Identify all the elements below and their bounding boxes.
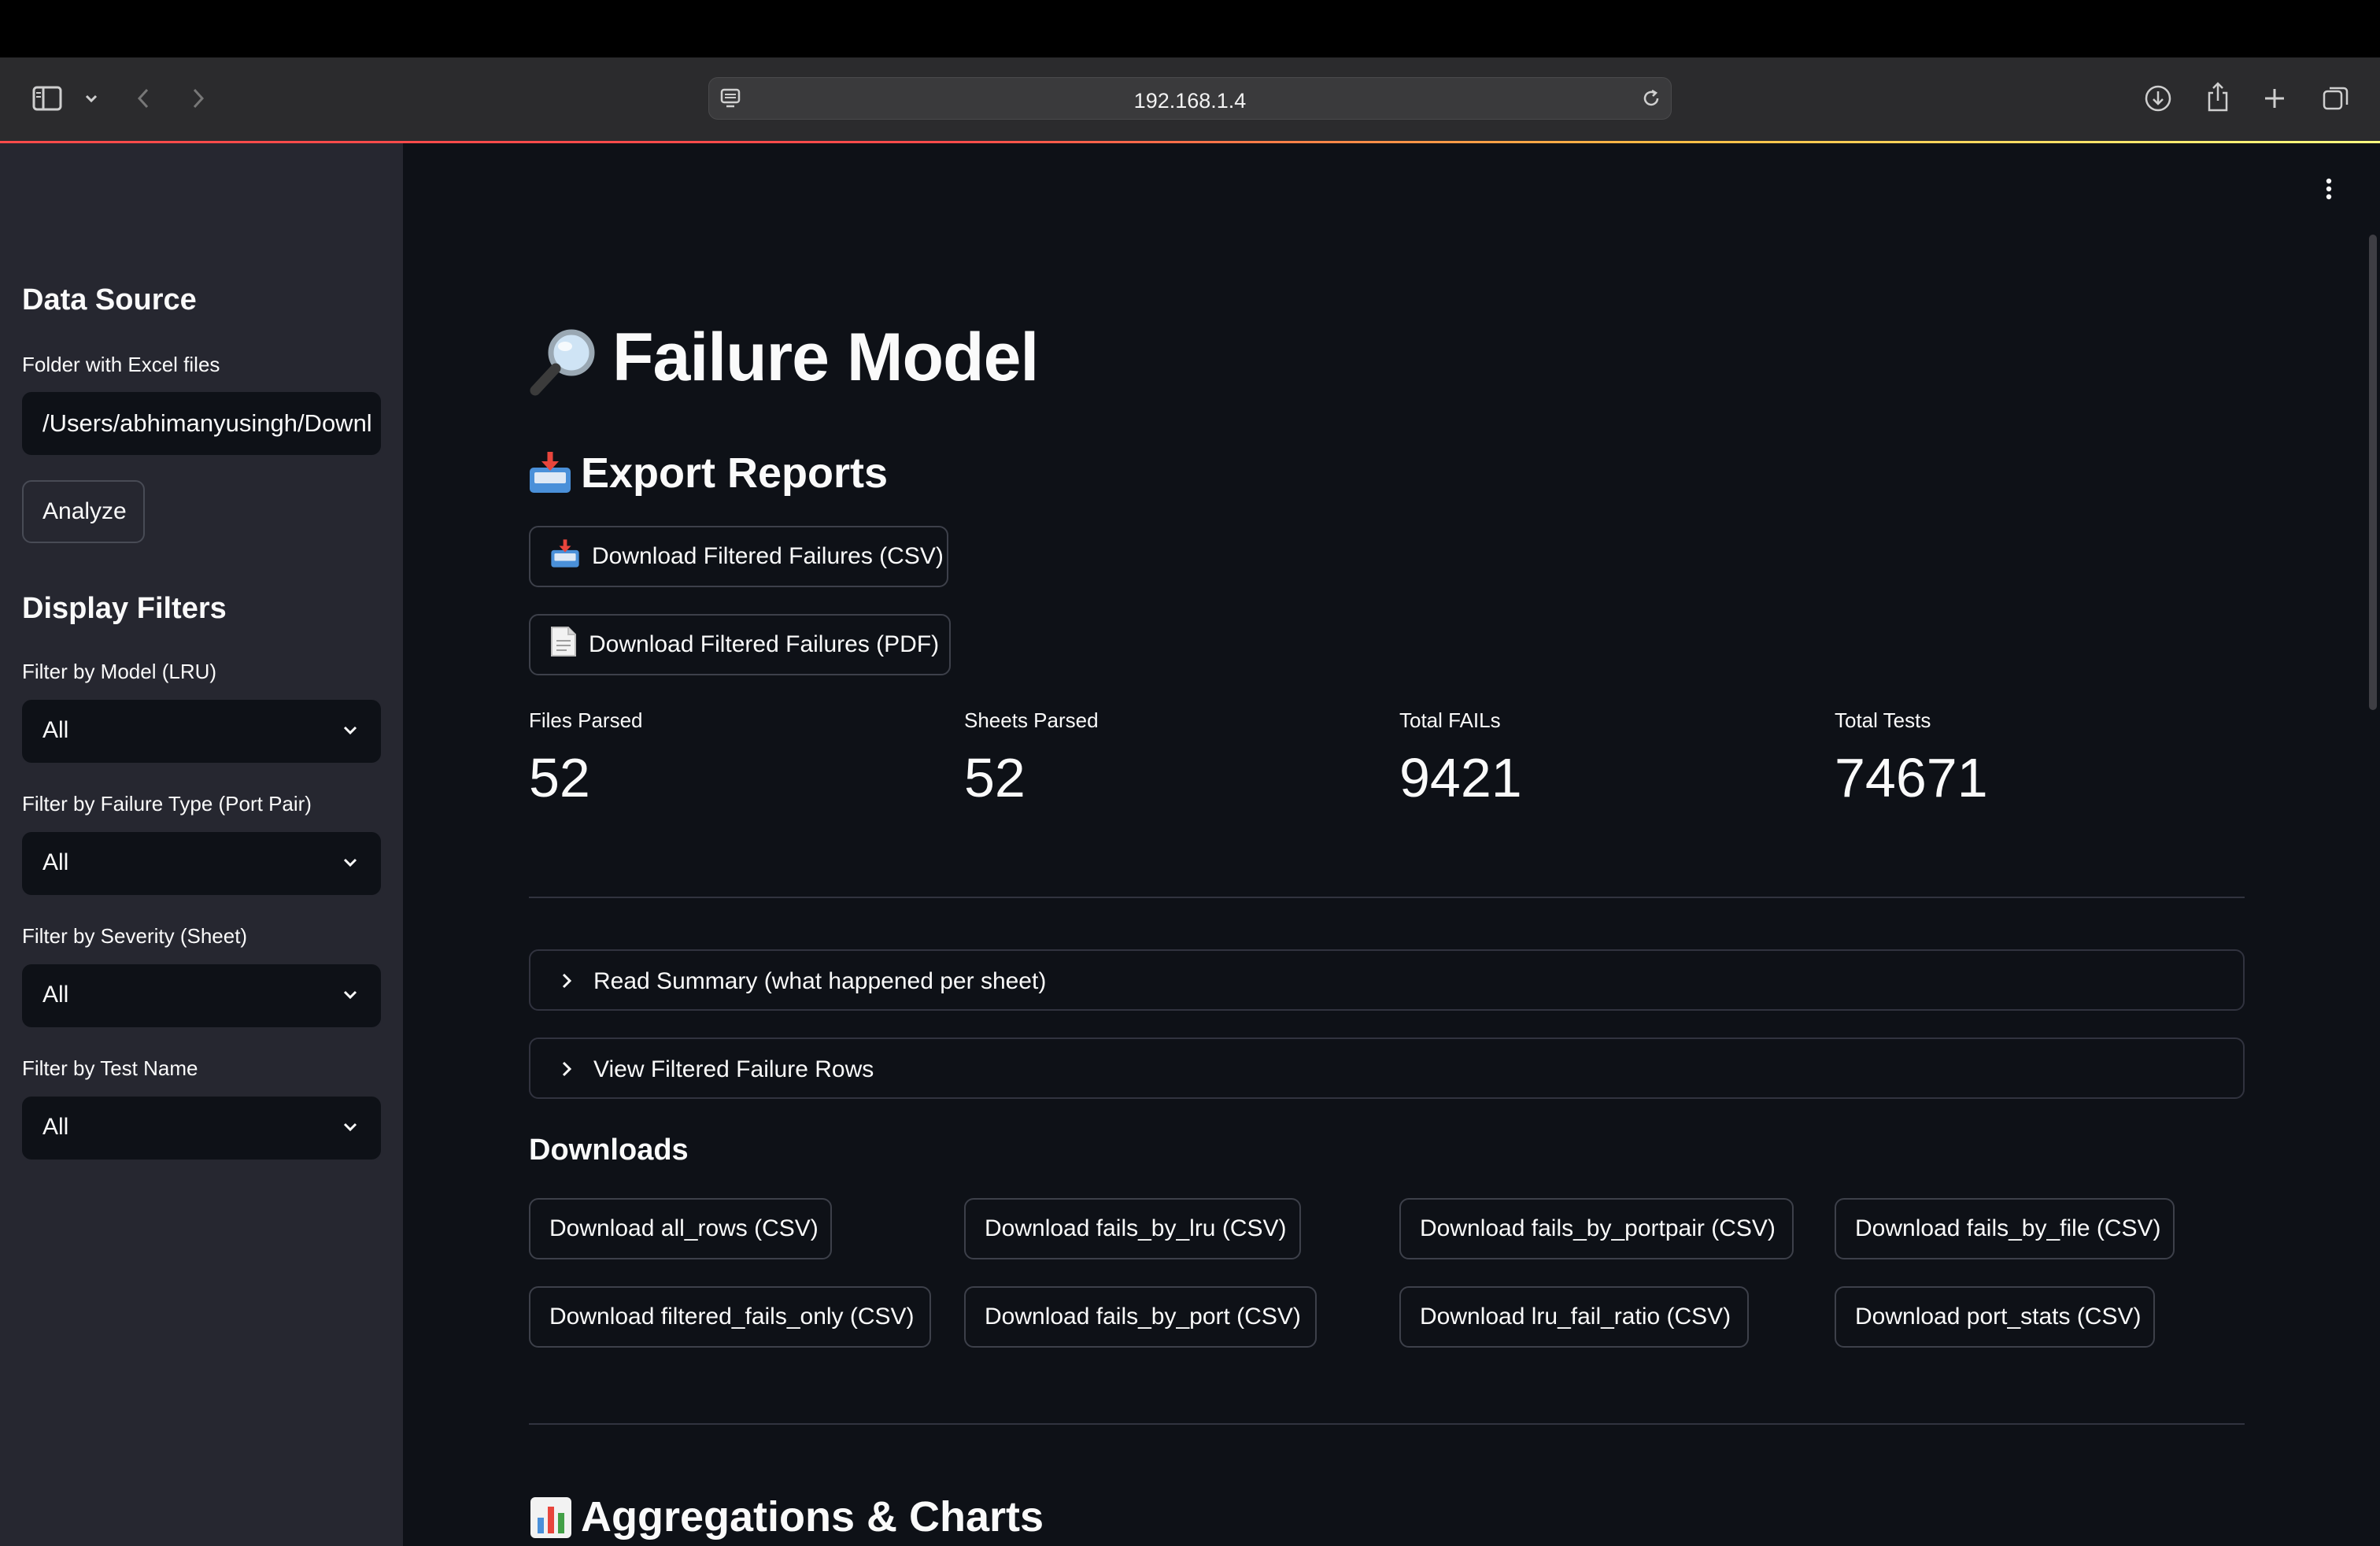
main-scrollbar[interactable]	[2369, 235, 2377, 710]
inbox-tray-icon	[549, 538, 581, 575]
metric-files-parsed-label: Files Parsed	[529, 708, 643, 732]
url-text: 192.168.1.4	[1133, 89, 1247, 113]
metric-sheets-parsed-value: 52	[964, 747, 1026, 808]
chevron-down-icon	[340, 985, 360, 1009]
share-icon[interactable]	[2202, 80, 2234, 114]
export-reports-heading: Export Reports	[581, 449, 889, 497]
filtered-failure-rows-expander[interactable]: View Filtered Failure Rows	[529, 1037, 2245, 1099]
filter-failure-type-select[interactable]: All	[22, 832, 381, 895]
download-filtered-pdf-label: Download Filtered Failures (PDF)	[589, 631, 940, 657]
filter-model-label: Filter by Model (LRU)	[22, 660, 217, 683]
filter-test-name-value: All	[42, 1114, 69, 1140]
chevron-down-icon	[340, 1117, 360, 1141]
download-port-stats-button[interactable]: Download port_stats (CSV)	[1835, 1286, 2155, 1348]
filter-test-name-label: Filter by Test Name	[22, 1056, 198, 1080]
chevron-right-icon	[557, 971, 576, 995]
new-tab-icon[interactable]	[2260, 84, 2289, 113]
system-top-bar	[0, 0, 2380, 57]
chevron-down-icon	[340, 853, 360, 877]
magnifying-glass-icon	[526, 323, 601, 402]
download-fails-by-lru-button[interactable]: Download fails_by_lru (CSV)	[964, 1198, 1301, 1259]
page-icon	[549, 625, 578, 664]
data-source-heading: Data Source	[22, 283, 197, 316]
metric-total-fails-label: Total FAILs	[1399, 708, 1501, 732]
filter-model-value: All	[42, 717, 69, 743]
filter-model-select[interactable]: All	[22, 700, 381, 763]
folder-path-input[interactable]	[22, 392, 381, 455]
aggregations-charts-heading: Aggregations & Charts	[581, 1493, 1044, 1540]
download-filtered-fails-only-button[interactable]: Download filtered_fails_only (CSV)	[529, 1286, 931, 1348]
filter-severity-value: All	[42, 982, 69, 1008]
folder-path-field[interactable]	[22, 392, 381, 455]
section-divider	[529, 897, 2245, 898]
chevron-down-icon[interactable]	[82, 91, 101, 106]
reload-icon[interactable]	[1638, 86, 1665, 111]
download-fails-by-file-button[interactable]: Download fails_by_file (CSV)	[1835, 1198, 2175, 1259]
download-filtered-csv-button[interactable]: Download Filtered Failures (CSV)	[529, 526, 948, 587]
main-menu-icon[interactable]	[2317, 175, 2341, 203]
read-summary-label: Read Summary (what happened per sheet)	[593, 968, 1047, 994]
download-fails-by-portpair-button[interactable]: Download fails_by_portpair (CSV)	[1399, 1198, 1794, 1259]
download-lru-fail-ratio-button[interactable]: Download lru_fail_ratio (CSV)	[1399, 1286, 1749, 1348]
folder-label: Folder with Excel files	[22, 353, 220, 376]
metric-total-tests-label: Total Tests	[1835, 708, 1931, 732]
chevron-right-icon	[557, 1059, 576, 1083]
download-fails-by-port-button[interactable]: Download fails_by_port (CSV)	[964, 1286, 1317, 1348]
downloads-heading: Downloads	[529, 1134, 689, 1167]
filter-failure-type-label: Filter by Failure Type (Port Pair)	[22, 792, 312, 816]
forward-icon[interactable]	[189, 86, 208, 111]
bar-chart-icon	[529, 1496, 573, 1544]
tab-overview-icon[interactable]	[2320, 83, 2352, 114]
display-filters-heading: Display Filters	[22, 592, 227, 625]
chevron-down-icon	[340, 720, 360, 745]
metric-total-fails-value: 9421	[1399, 747, 1522, 808]
metric-files-parsed-value: 52	[529, 747, 590, 808]
browser-toolbar: 192.168.1.4	[0, 57, 2380, 141]
download-icon[interactable]	[2142, 83, 2174, 114]
filter-failure-type-value: All	[42, 849, 69, 875]
metric-sheets-parsed-label: Sheets Parsed	[964, 708, 1099, 732]
metric-total-tests-value: 74671	[1835, 747, 1988, 808]
analyze-button[interactable]: Analyze	[22, 480, 145, 543]
download-all-rows-button[interactable]: Download all_rows (CSV)	[529, 1198, 832, 1259]
sidebar-toggle-icon[interactable]	[31, 84, 63, 113]
filtered-failure-rows-label: View Filtered Failure Rows	[593, 1056, 874, 1082]
filter-severity-label: Filter by Severity (Sheet)	[22, 924, 248, 948]
read-summary-expander[interactable]: Read Summary (what happened per sheet)	[529, 949, 2245, 1011]
back-icon[interactable]	[134, 86, 153, 111]
page-title: Failure Model	[612, 320, 1039, 395]
section-divider	[529, 1423, 2245, 1425]
filter-test-name-select[interactable]: All	[22, 1097, 381, 1160]
address-bar[interactable]: 192.168.1.4	[708, 77, 1672, 120]
download-filtered-pdf-button[interactable]: Download Filtered Failures (PDF)	[529, 614, 951, 675]
sidebar: Data Source Folder with Excel files Anal…	[0, 143, 403, 1546]
filter-severity-select[interactable]: All	[22, 964, 381, 1027]
inbox-tray-icon	[527, 450, 573, 498]
download-filtered-csv-label: Download Filtered Failures (CSV)	[592, 543, 944, 569]
